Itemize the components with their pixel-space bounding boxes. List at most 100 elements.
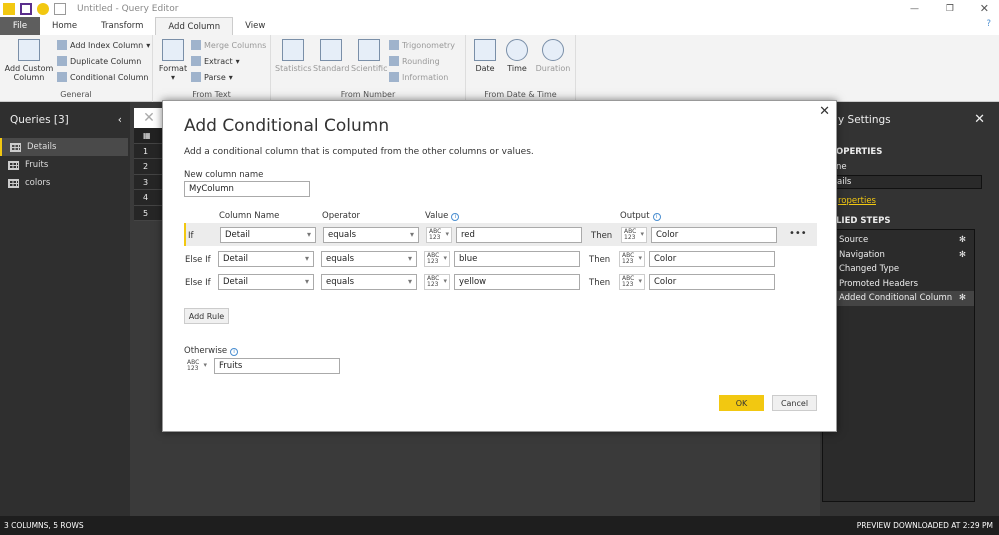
query-item[interactable]: Details (0, 138, 128, 156)
stopwatch-icon (542, 39, 564, 61)
statistics-button[interactable]: Statistics (275, 39, 312, 73)
applied-steps-heading: LIED STEPS (836, 216, 891, 226)
value-type-selector[interactable]: ABC 123 (426, 227, 452, 243)
extract-button[interactable]: Extract ▾ (191, 56, 240, 66)
window-title: Untitled - Query Editor (77, 3, 179, 14)
conditional-icon (57, 72, 67, 82)
output-type-selector[interactable]: ABC 123 (621, 227, 647, 243)
status-bar: 3 COLUMNS, 5 ROWS PREVIEW DOWNLOADED AT … (0, 516, 999, 535)
extract-icon (191, 56, 201, 66)
step-item[interactable]: Promoted Headers (823, 277, 974, 292)
output-input[interactable]: Color (649, 250, 775, 267)
format-icon (162, 39, 184, 61)
info-icon: i (230, 348, 239, 356)
gear-icon[interactable]: ✻ (959, 250, 966, 260)
information-button[interactable]: Information (389, 72, 448, 82)
value-input[interactable]: red (456, 227, 582, 243)
query-item[interactable]: Fruits (0, 156, 130, 174)
step-item[interactable]: Source ✻ (823, 233, 974, 248)
rule-row: Else IfDetailequalsABC123blueThenABC123C… (184, 247, 817, 270)
more-options-icon[interactable]: ••• (789, 228, 807, 239)
cancel-formula-icon[interactable]: ✕ (134, 108, 164, 128)
tab-file[interactable]: File (0, 17, 40, 35)
standard-button[interactable]: Standard (313, 39, 349, 73)
scientific-button[interactable]: Scientific (351, 39, 388, 73)
tab-view[interactable]: View (233, 17, 277, 35)
then-label: Then (589, 278, 611, 288)
value-header: Value i (425, 211, 460, 221)
otherwise-input[interactable]: Fruits (214, 358, 340, 374)
close-window-icon[interactable]: ✕ (980, 2, 989, 15)
date-button[interactable]: Date (470, 39, 500, 73)
merge-icon (191, 40, 201, 50)
row-number: 5 (134, 205, 164, 221)
output-type-selector[interactable]: ABC 123 (619, 250, 645, 267)
row-number: 4 (134, 190, 164, 206)
status-left: 3 COLUMNS, 5 ROWS (4, 521, 84, 530)
query-item[interactable]: colors (0, 174, 130, 192)
add-conditional-column-dialog: Add Conditional Column ✕ Add a condition… (162, 100, 837, 432)
tab-home[interactable]: Home (40, 17, 89, 35)
properties-heading: OPERTIES (836, 147, 883, 157)
output-type-selector[interactable]: ABC 123 (619, 274, 645, 290)
rule-row: IfDetailequalsABC123redThenABC123Color••… (184, 223, 817, 246)
help-icon[interactable]: ? (986, 19, 991, 29)
dialog-title: Add Conditional Column (184, 116, 390, 136)
value-type-selector[interactable]: ABC 123 (424, 250, 450, 267)
close-dialog-icon[interactable]: ✕ (819, 104, 830, 119)
column-name-select[interactable]: Detail (218, 274, 314, 290)
rounding-button[interactable]: Rounding (389, 56, 440, 66)
step-item[interactable]: Navigation ✻ (823, 248, 974, 263)
table-menu-icon[interactable]: ▦ (134, 128, 164, 144)
query-name-input[interactable]: ails (822, 175, 982, 189)
smiley-icon[interactable] (37, 2, 49, 15)
restore-icon[interactable]: ❐ (946, 4, 954, 14)
custom-column-icon (18, 39, 40, 61)
value-input[interactable]: yellow (454, 274, 580, 290)
operators-icon (320, 39, 342, 61)
column-name-select[interactable]: Detail (218, 250, 314, 267)
index-icon (57, 40, 67, 50)
operator-select[interactable]: equals (321, 274, 417, 290)
gear-icon[interactable]: ✻ (959, 235, 966, 245)
power-icon (358, 39, 380, 61)
name-label: ne (836, 162, 847, 172)
ok-button[interactable]: OK (719, 395, 764, 411)
column-name-select[interactable]: Detail (220, 227, 316, 243)
clock-icon (506, 39, 528, 61)
output-input[interactable]: Color (649, 274, 775, 290)
otherwise-label: Otherwise i (184, 346, 239, 356)
time-button[interactable]: Time (502, 39, 532, 73)
duplicate-column-button[interactable]: Duplicate Column (57, 56, 141, 66)
tab-add-column[interactable]: Add Column (155, 17, 234, 35)
add-index-column-button[interactable]: Add Index Column ▾ (57, 40, 150, 50)
value-input[interactable]: blue (454, 250, 580, 267)
operator-select[interactable]: equals (321, 250, 417, 267)
collapse-icon[interactable]: ‹ (118, 114, 122, 126)
step-item[interactable]: Changed Type (823, 262, 974, 277)
quick-access-icon[interactable] (54, 2, 66, 15)
parse-button[interactable]: Parse ▾ (191, 72, 233, 82)
tab-transform[interactable]: Transform (89, 17, 155, 35)
add-custom-column-button[interactable]: Add Custom Column (4, 39, 54, 82)
add-rule-button[interactable]: Add Rule (184, 308, 229, 324)
ribbon-tabs: File Home Transform Add Column View ? (0, 17, 999, 35)
merge-columns-button[interactable]: Merge Columns (191, 40, 266, 50)
output-input[interactable]: Color (651, 227, 777, 243)
duration-button[interactable]: Duration (534, 39, 572, 73)
calendar-icon (474, 39, 496, 61)
value-type-selector[interactable]: ABC 123 (424, 274, 450, 290)
trigonometry-button[interactable]: Trigonometry (389, 40, 455, 50)
save-icon[interactable] (20, 2, 32, 15)
gear-icon[interactable]: ✻ (959, 293, 966, 303)
operator-select[interactable]: equals (323, 227, 419, 243)
format-button[interactable]: Format ▾ (157, 39, 189, 82)
all-properties-link[interactable]: roperties (838, 196, 876, 206)
cancel-button[interactable]: Cancel (772, 395, 817, 411)
conditional-column-button[interactable]: Conditional Column (57, 72, 148, 82)
step-item[interactable]: Added Conditional Column ✻ (823, 291, 974, 306)
minimize-icon[interactable]: — (910, 4, 919, 14)
close-settings-icon[interactable]: ✕ (974, 112, 985, 127)
new-column-name-input[interactable]: MyColumn (184, 181, 310, 197)
type-selector[interactable]: ABC 123 (184, 358, 210, 374)
